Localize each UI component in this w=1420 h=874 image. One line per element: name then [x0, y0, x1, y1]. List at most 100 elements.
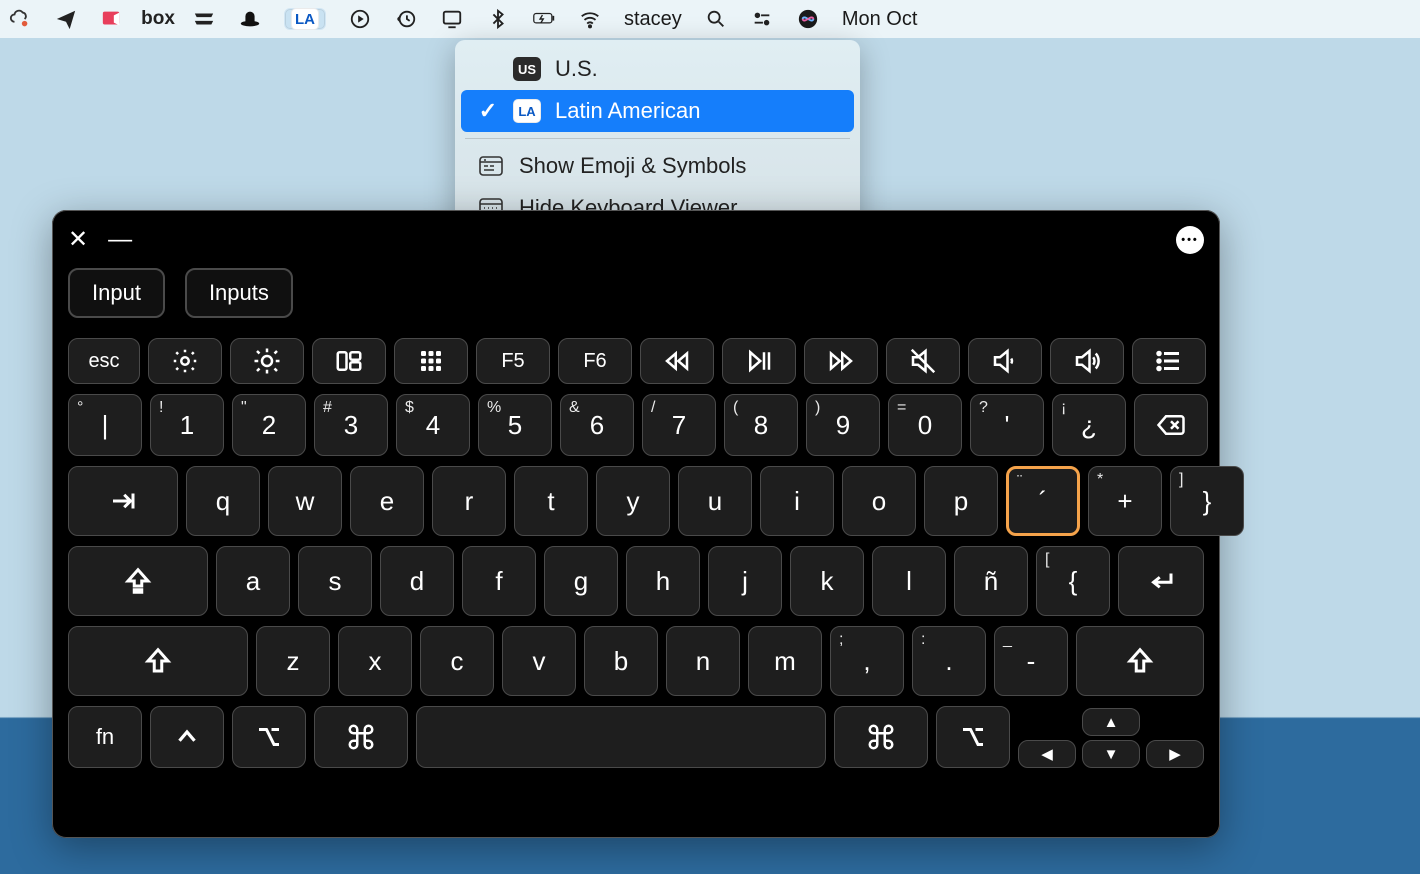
key-fast-forward[interactable]	[804, 338, 878, 384]
key-e[interactable]: e	[350, 466, 424, 536]
key-0[interactable]: =0	[888, 394, 962, 456]
key-q[interactable]: q	[186, 466, 260, 536]
display-icon[interactable]	[440, 7, 464, 31]
battery-charging-icon[interactable]	[532, 7, 556, 31]
key-launchpad[interactable]	[394, 338, 468, 384]
key-rewind[interactable]	[640, 338, 714, 384]
key-caps-lock[interactable]	[68, 546, 208, 616]
key-apostrophe[interactable]: ?'	[970, 394, 1044, 456]
key-period[interactable]: :.	[912, 626, 986, 696]
input-source-indicator[interactable]: LA	[284, 8, 326, 30]
key-r[interactable]: r	[432, 466, 506, 536]
key-esc[interactable]: esc	[68, 338, 140, 384]
key-p[interactable]: p	[924, 466, 998, 536]
key-inverted-question[interactable]: ¡¿	[1052, 394, 1126, 456]
key-7[interactable]: /7	[642, 394, 716, 456]
input-source-us[interactable]: US U.S.	[455, 48, 860, 90]
control-center-icon[interactable]	[750, 7, 774, 31]
key-dash[interactable]: _-	[994, 626, 1068, 696]
key-left-brace[interactable]: [{	[1036, 546, 1110, 616]
wifi-icon[interactable]	[578, 7, 602, 31]
key-s[interactable]: s	[298, 546, 372, 616]
key-volume-down[interactable]	[968, 338, 1042, 384]
key-5[interactable]: %5	[478, 394, 552, 456]
key-right-command[interactable]	[834, 706, 928, 768]
show-emoji-symbols[interactable]: Show Emoji & Symbols	[455, 145, 860, 187]
key-enye[interactable]: ñ	[954, 546, 1028, 616]
key-space[interactable]	[416, 706, 826, 768]
key-x[interactable]: x	[338, 626, 412, 696]
key-fn[interactable]: fn	[68, 706, 142, 768]
key-c[interactable]: c	[420, 626, 494, 696]
key-a[interactable]: a	[216, 546, 290, 616]
key-comma[interactable]: ;,	[830, 626, 904, 696]
key-right-option[interactable]	[936, 706, 1010, 768]
key-4[interactable]: $4	[396, 394, 470, 456]
key-left-shift[interactable]	[68, 626, 248, 696]
more-options-icon[interactable]: •••	[1176, 226, 1204, 254]
key-right-shift[interactable]	[1076, 626, 1204, 696]
key-control[interactable]	[150, 706, 224, 768]
key-play-pause[interactable]	[722, 338, 796, 384]
key-brightness-up[interactable]	[230, 338, 304, 384]
key-backspace[interactable]	[1134, 394, 1208, 456]
key-3[interactable]: #3	[314, 394, 388, 456]
play-circle-icon[interactable]	[348, 7, 372, 31]
key-g[interactable]: g	[544, 546, 618, 616]
hat-icon[interactable]	[238, 7, 262, 31]
key-return[interactable]	[1118, 546, 1204, 616]
key-2[interactable]: "2	[232, 394, 306, 456]
cloud-status-icon[interactable]	[8, 7, 32, 31]
key-u[interactable]: u	[678, 466, 752, 536]
key-l[interactable]: l	[872, 546, 946, 616]
menubar-clock[interactable]: Mon Oct	[842, 8, 918, 31]
key-w[interactable]: w	[268, 466, 342, 536]
key-left-command[interactable]	[314, 706, 408, 768]
key-h[interactable]: h	[626, 546, 700, 616]
paper-plane-icon[interactable]	[54, 7, 78, 31]
suggestion-1[interactable]: Input	[68, 268, 165, 318]
key-brightness-down[interactable]	[148, 338, 222, 384]
key-pipe[interactable]: °|	[68, 394, 142, 456]
key-n[interactable]: n	[666, 626, 740, 696]
key-b[interactable]: b	[584, 626, 658, 696]
key-acute-accent[interactable]: ¨´	[1006, 466, 1080, 536]
key-mission-control[interactable]	[312, 338, 386, 384]
close-icon[interactable]: ✕	[68, 228, 88, 252]
key-o[interactable]: o	[842, 466, 916, 536]
key-k[interactable]: k	[790, 546, 864, 616]
key-y[interactable]: y	[596, 466, 670, 536]
key-d[interactable]: d	[380, 546, 454, 616]
stripes-icon[interactable]	[192, 7, 216, 31]
key-plus[interactable]: *+	[1088, 466, 1162, 536]
key-m[interactable]: m	[748, 626, 822, 696]
key-f5[interactable]: F5	[476, 338, 550, 384]
key-6[interactable]: &6	[560, 394, 634, 456]
key-arrow-right[interactable]: ▶	[1146, 740, 1204, 768]
key-f6[interactable]: F6	[558, 338, 632, 384]
key-mute[interactable]	[886, 338, 960, 384]
key-i[interactable]: i	[760, 466, 834, 536]
key-1[interactable]: !1	[150, 394, 224, 456]
key-list[interactable]	[1132, 338, 1206, 384]
key-j[interactable]: j	[708, 546, 782, 616]
key-arrow-down[interactable]: ▼	[1082, 740, 1140, 768]
key-v[interactable]: v	[502, 626, 576, 696]
bluetooth-icon[interactable]	[486, 7, 510, 31]
key-9[interactable]: )9	[806, 394, 880, 456]
key-left-option[interactable]	[232, 706, 306, 768]
siri-icon[interactable]	[796, 7, 820, 31]
suggestion-2[interactable]: Inputs	[185, 268, 293, 318]
time-machine-icon[interactable]	[394, 7, 418, 31]
key-volume-up[interactable]	[1050, 338, 1124, 384]
user-name[interactable]: stacey	[624, 8, 682, 31]
key-arrow-left[interactable]: ◀	[1018, 740, 1076, 768]
key-f[interactable]: f	[462, 546, 536, 616]
spotlight-icon[interactable]	[704, 7, 728, 31]
key-right-brace[interactable]: ]}	[1170, 466, 1244, 536]
key-t[interactable]: t	[514, 466, 588, 536]
minimize-icon[interactable]: —	[108, 228, 132, 252]
key-tab[interactable]	[68, 466, 178, 536]
screen-record-icon[interactable]	[100, 7, 124, 31]
key-z[interactable]: z	[256, 626, 330, 696]
